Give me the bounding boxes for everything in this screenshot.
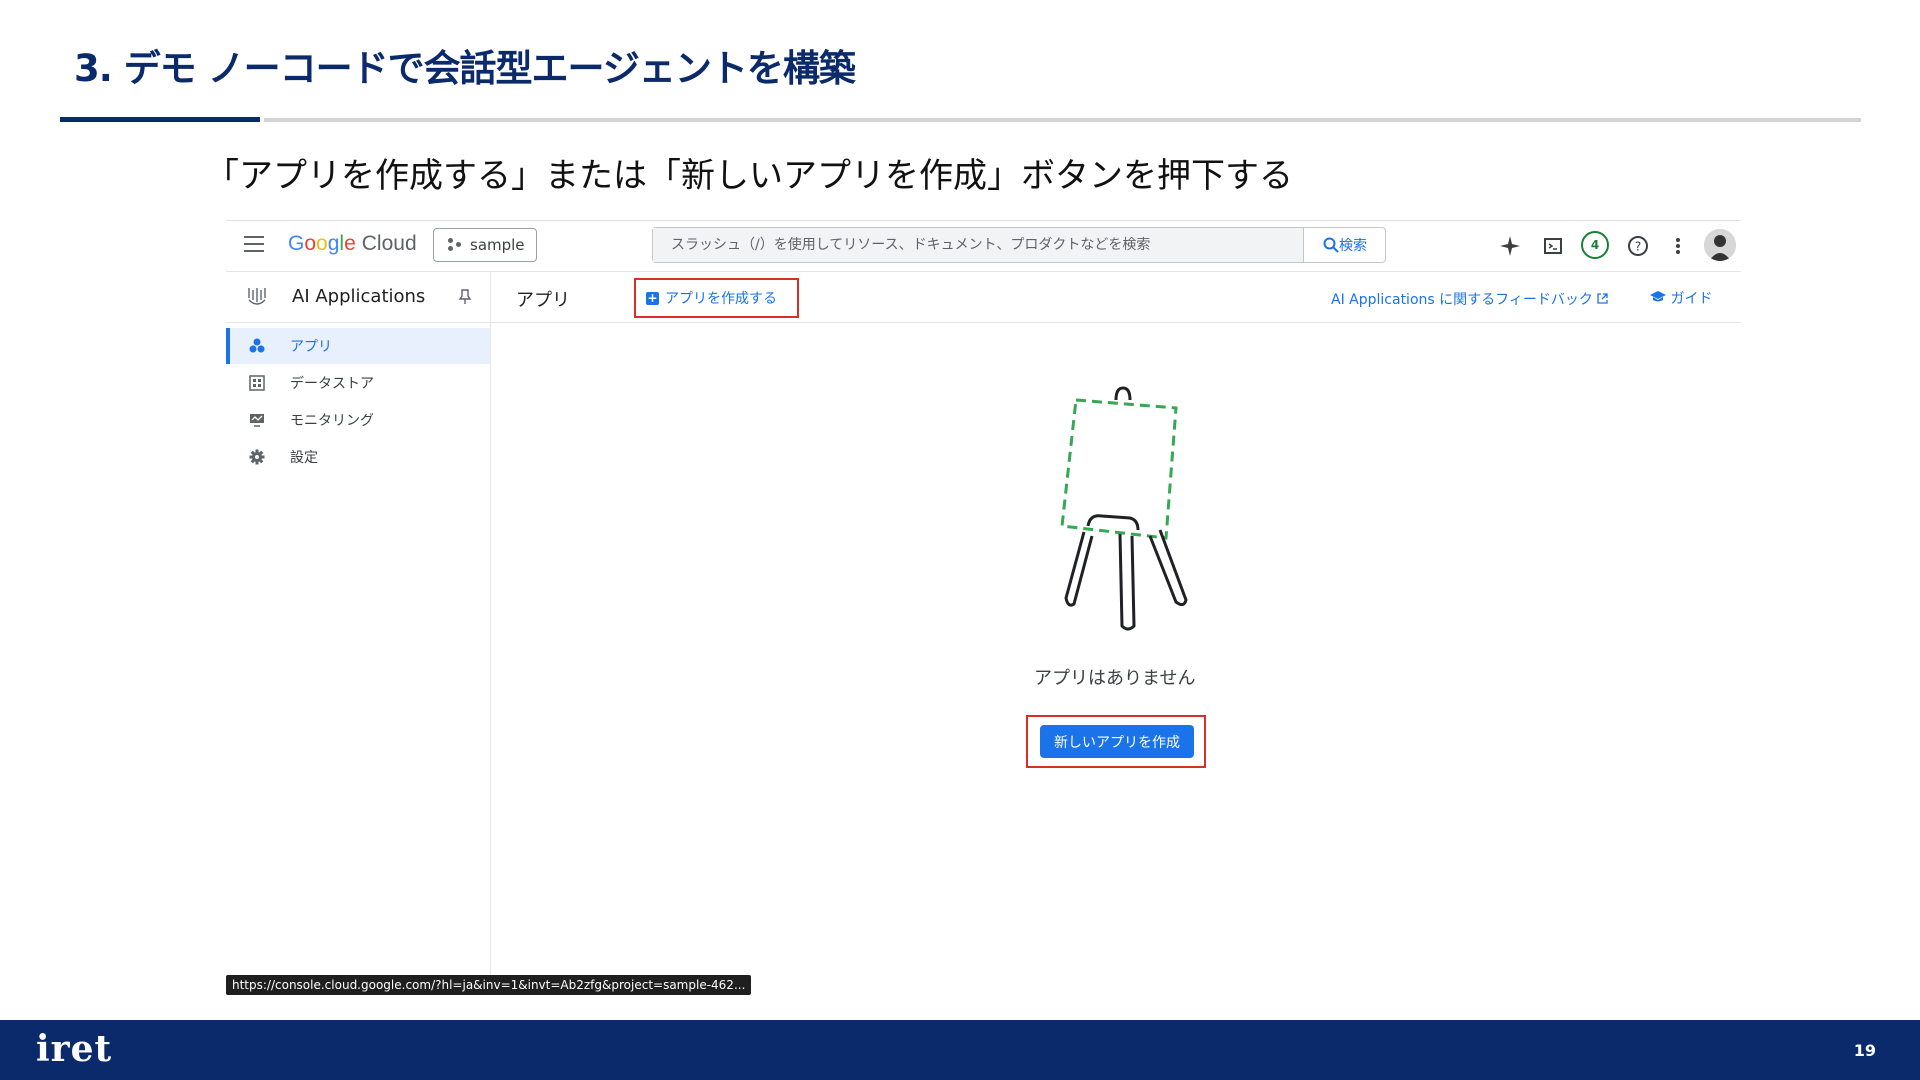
new-app-highlight: 新しいアプリを作成 [1026,715,1206,768]
sidebar-item-label: 設定 [290,450,318,466]
guide-link[interactable]: ガイド [1650,288,1712,308]
search-button[interactable]: 検索 [1303,228,1386,262]
feedback-link[interactable]: AI Applications に関するフィードバック [1331,289,1608,309]
status-url-tooltip: https://console.cloud.google.com/?hl=ja&… [226,975,752,995]
sidebar-item-datastore[interactable]: データストア [226,365,490,401]
notification-badge[interactable]: 4 [1581,231,1609,259]
slide-subtitle: 「アプリを作成する」または「新しいアプリを作成」ボタンを押下する [205,156,1293,196]
logo-letter: o [304,232,317,255]
product-header: AI Applications アプリ + アプリを作成する AI Applic… [226,272,1741,323]
search-input[interactable] [653,228,1303,262]
help-icon[interactable]: ? [1626,234,1650,258]
apps-icon [248,337,266,355]
sidebar-item-settings[interactable]: 設定 [226,439,490,475]
sidebar-item-monitoring[interactable]: モニタリング [226,402,490,438]
iret-logo: iret [36,1028,113,1070]
create-app-link-label: アプリを作成する [665,291,777,307]
pin-icon[interactable] [458,289,472,309]
school-icon [1650,291,1666,302]
console-topbar: GoogleCloud sample 検索 4 ? [226,221,1741,272]
project-name: sample [470,236,525,254]
google-cloud-logo[interactable]: Google Cloud [288,232,417,256]
project-selector-button[interactable]: sample [433,228,537,262]
guide-link-label: ガイド [1670,291,1713,307]
logo-cloud-text: Cloud [361,232,417,255]
slide-footer: iret 19 [0,1020,1920,1080]
product-title-area: AI Applications [226,272,491,322]
add-box-icon: + [646,290,659,305]
page-number: 19 [1853,1041,1876,1060]
slide-title: 3. デモ ノーコードで会話型エージェントを構築 [74,47,856,90]
page-title: アプリ [516,290,570,311]
search-icon [1323,237,1339,253]
open-in-new-icon [1597,293,1608,304]
title-underline [264,118,1861,122]
more-vert-icon[interactable] [1666,234,1690,258]
sidebar: アプリ データストア モニタリング 設定 <| [226,323,491,995]
avatar[interactable] [1704,229,1736,261]
datastore-icon [248,374,266,392]
terminal-icon[interactable] [1541,234,1565,258]
logo-letter: e [344,232,356,255]
search-button-label: 検索 [1339,238,1367,254]
project-icon [448,238,462,252]
logo-letter: G [288,232,305,255]
empty-state-text: アプリはありません [1034,668,1196,689]
sidebar-item-apps[interactable]: アプリ [226,328,490,364]
ai-applications-icon [248,288,266,305]
sidebar-item-label: モニタリング [290,413,374,429]
new-app-button[interactable]: 新しいアプリを作成 [1040,725,1194,758]
sidebar-item-label: アプリ [290,339,332,355]
console-screenshot: GoogleCloud sample 検索 4 ? [226,220,1741,995]
sparkle-icon[interactable] [1498,234,1522,258]
logo-letter: g [327,232,340,255]
menu-icon[interactable] [244,236,264,252]
logo-letter: o [316,232,328,255]
settings-icon [248,448,266,466]
title-underline-accent [60,117,260,122]
sidebar-item-label: データストア [290,376,374,392]
create-app-link[interactable]: + アプリを作成する [634,278,799,318]
search-bar: 検索 [652,227,1386,263]
product-name: AI Applications [292,286,426,307]
monitoring-icon [248,411,266,429]
empty-state-illustration [1060,386,1188,631]
svg-text:?: ? [1635,240,1641,254]
feedback-link-label: AI Applications に関するフィードバック [1331,292,1593,308]
